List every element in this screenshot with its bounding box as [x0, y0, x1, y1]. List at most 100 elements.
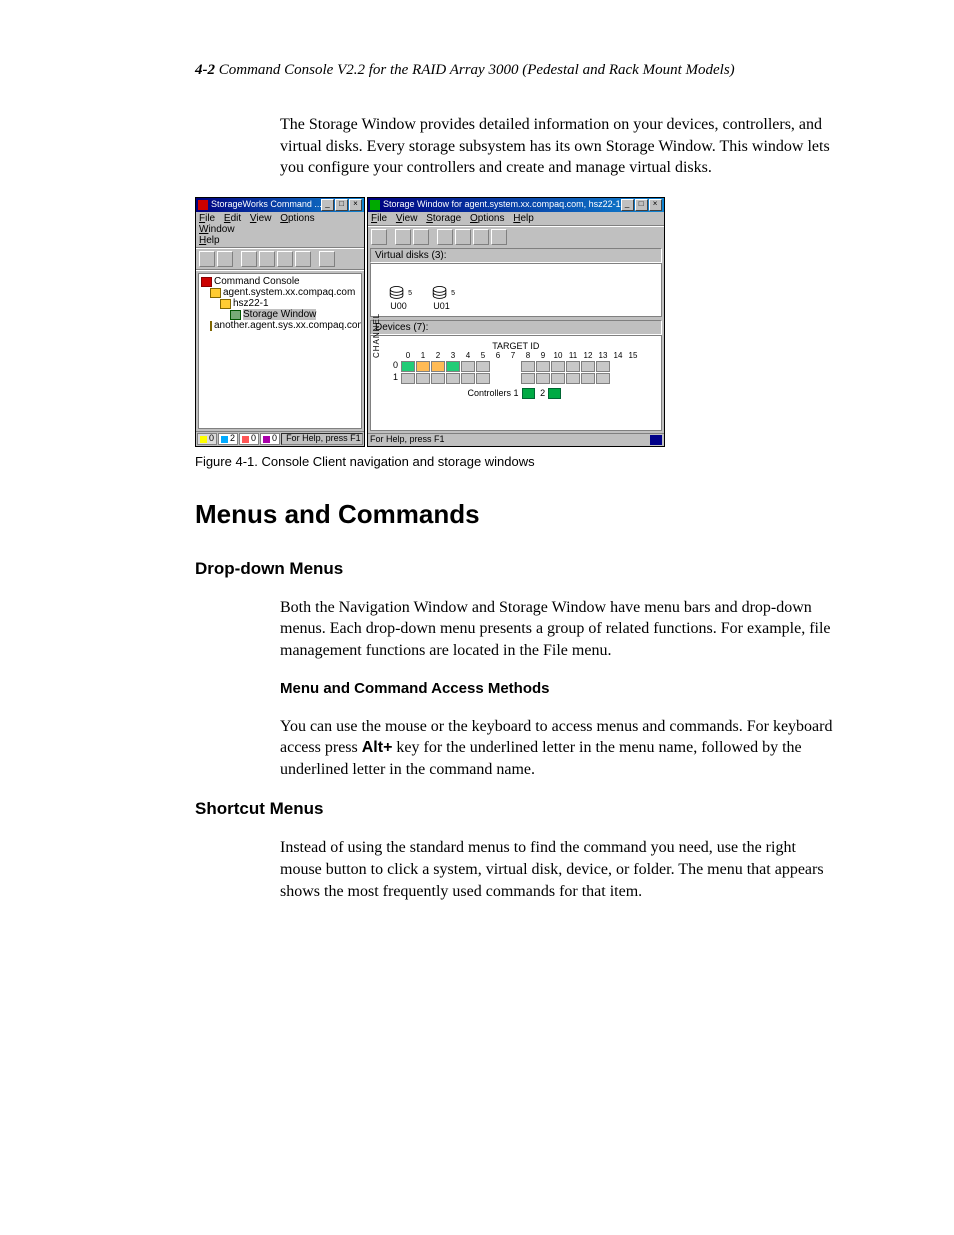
device-slot[interactable]: [521, 373, 535, 384]
device-slot[interactable]: [566, 361, 580, 372]
menu-edit[interactable]: Edit: [224, 213, 241, 224]
subsubsection-access-methods: Menu and Command Access Methods: [280, 679, 839, 699]
device-slot[interactable]: [536, 373, 550, 384]
menu-help[interactable]: Help: [513, 213, 534, 224]
page-number: 4-2: [195, 62, 215, 78]
menu-window[interactable]: Window: [199, 224, 235, 235]
folder-icon: [210, 288, 221, 298]
device-slot[interactable]: [581, 373, 595, 384]
menu-options[interactable]: Options: [470, 213, 504, 224]
storage-icon: [230, 310, 241, 320]
device-slot[interactable]: [446, 373, 460, 384]
channel-row-0: 0: [393, 361, 657, 372]
target-id-header: 0123456789101112131415: [401, 352, 657, 361]
device-slot[interactable]: [551, 373, 565, 384]
menu-view[interactable]: View: [396, 213, 418, 224]
menu-view[interactable]: View: [250, 213, 272, 224]
device-slot[interactable]: [581, 361, 595, 372]
toolbar-btn-5[interactable]: [455, 229, 471, 245]
controller-icon: [522, 388, 535, 399]
toolbar-btn-1[interactable]: [371, 229, 387, 245]
section-heading: Menus and Commands: [195, 497, 839, 532]
menu-options[interactable]: Options: [280, 213, 314, 224]
device-slot[interactable]: [401, 361, 415, 372]
toolbar-btn-7[interactable]: [491, 229, 507, 245]
controllers-row: Controllers 1 2: [375, 384, 657, 399]
device-slot[interactable]: [596, 361, 610, 372]
toolbar-btn-2[interactable]: [395, 229, 411, 245]
subsection-dropdown-menus: Drop-down Menus: [195, 558, 839, 581]
device-slot[interactable]: [431, 373, 445, 384]
storage-titlebar: Storage Window for agent.system.xx.compa…: [368, 198, 664, 212]
device-slot[interactable]: [476, 361, 490, 372]
disk-icon: ⛁: [432, 283, 447, 303]
device-slot[interactable]: [461, 361, 475, 372]
app-icon: [198, 200, 208, 210]
close-button[interactable]: ×: [349, 199, 362, 211]
access-paragraph: You can use the mouse or the keyboard to…: [280, 716, 839, 781]
status-count-4: 0: [260, 433, 280, 445]
device-slot[interactable]: [476, 373, 490, 384]
menu-storage[interactable]: Storage: [426, 213, 461, 224]
maximize-button[interactable]: □: [635, 199, 648, 211]
tree-agent-1[interactable]: agent.system.xx.compaq.com: [200, 287, 360, 298]
menu-file[interactable]: File: [371, 213, 387, 224]
device-slot[interactable]: [431, 361, 445, 372]
toolbar-btn-6[interactable]: [295, 251, 311, 267]
channel-label: CHANNEL: [373, 313, 382, 358]
toolbar-btn-1[interactable]: [199, 251, 215, 267]
status-count-3: 0: [239, 433, 259, 445]
device-slot[interactable]: [521, 361, 535, 372]
nav-menubar: File Edit View Options Window Help: [196, 212, 364, 247]
status-icon: [650, 435, 662, 445]
nav-statusbar: 0 2 0 0 For Help, press F1: [196, 431, 364, 446]
tree-hsz[interactable]: hsz22-1: [200, 298, 360, 309]
maximize-button[interactable]: □: [335, 199, 348, 211]
virtual-disk-u01[interactable]: ⛁5 U01: [432, 284, 451, 312]
device-slot[interactable]: [461, 373, 475, 384]
menu-help[interactable]: Help: [199, 235, 220, 246]
status-help: For Help, press F1: [281, 433, 363, 445]
device-slot[interactable]: [416, 373, 430, 384]
folder-icon: [210, 321, 212, 331]
storage-menubar: File View Storage Options Help: [368, 212, 664, 225]
toolbar-btn-6[interactable]: [473, 229, 489, 245]
controller-icon: [548, 388, 561, 399]
virtual-disks-label: Virtual disks (3):: [370, 248, 662, 263]
tree-root[interactable]: Command Console: [200, 276, 360, 287]
device-slot[interactable]: [536, 361, 550, 372]
dropdown-paragraph: Both the Navigation Window and Storage W…: [280, 597, 839, 662]
figure-4-1: StorageWorks Command ... _ □ × File Edit…: [195, 197, 839, 471]
storage-statusbar: For Help, press F1: [368, 433, 664, 446]
tree-storage-window[interactable]: Storage Window: [200, 309, 360, 320]
minimize-button[interactable]: _: [321, 199, 334, 211]
toolbar-btn-4[interactable]: [437, 229, 453, 245]
navigation-window: StorageWorks Command ... _ □ × File Edit…: [195, 197, 365, 447]
virtual-disk-u00[interactable]: ⛁5 U00: [389, 284, 408, 312]
nav-titlebar: StorageWorks Command ... _ □ ×: [196, 198, 364, 212]
device-slot[interactable]: [446, 361, 460, 372]
device-slot[interactable]: [566, 373, 580, 384]
close-button[interactable]: ×: [649, 199, 662, 211]
virtual-disks-pane: ⛁5 U00 ⛁5 U01: [370, 263, 662, 317]
device-slot[interactable]: [596, 373, 610, 384]
toolbar-btn-2[interactable]: [217, 251, 233, 267]
console-icon: [201, 277, 212, 287]
toolbar-btn-5[interactable]: [277, 251, 293, 267]
tree-agent-2[interactable]: another.agent.sys.xx.compaq.com: [200, 320, 360, 331]
toolbar-btn-3[interactable]: [413, 229, 429, 245]
shortcut-paragraph: Instead of using the standard menus to f…: [280, 837, 839, 902]
toolbar-btn-7[interactable]: [319, 251, 335, 267]
menu-file[interactable]: File: [199, 213, 215, 224]
device-slot[interactable]: [551, 361, 565, 372]
toolbar-btn-3[interactable]: [241, 251, 257, 267]
channel-row-1: 1: [393, 373, 657, 384]
toolbar-btn-4[interactable]: [259, 251, 275, 267]
devices-label: Devices (7):: [370, 320, 662, 335]
status-help: For Help, press F1: [370, 435, 445, 445]
minimize-button[interactable]: _: [621, 199, 634, 211]
intro-paragraph: The Storage Window provides detailed inf…: [280, 114, 839, 179]
device-slot[interactable]: [401, 373, 415, 384]
kbd-alt: Alt+: [362, 739, 393, 756]
device-slot[interactable]: [416, 361, 430, 372]
